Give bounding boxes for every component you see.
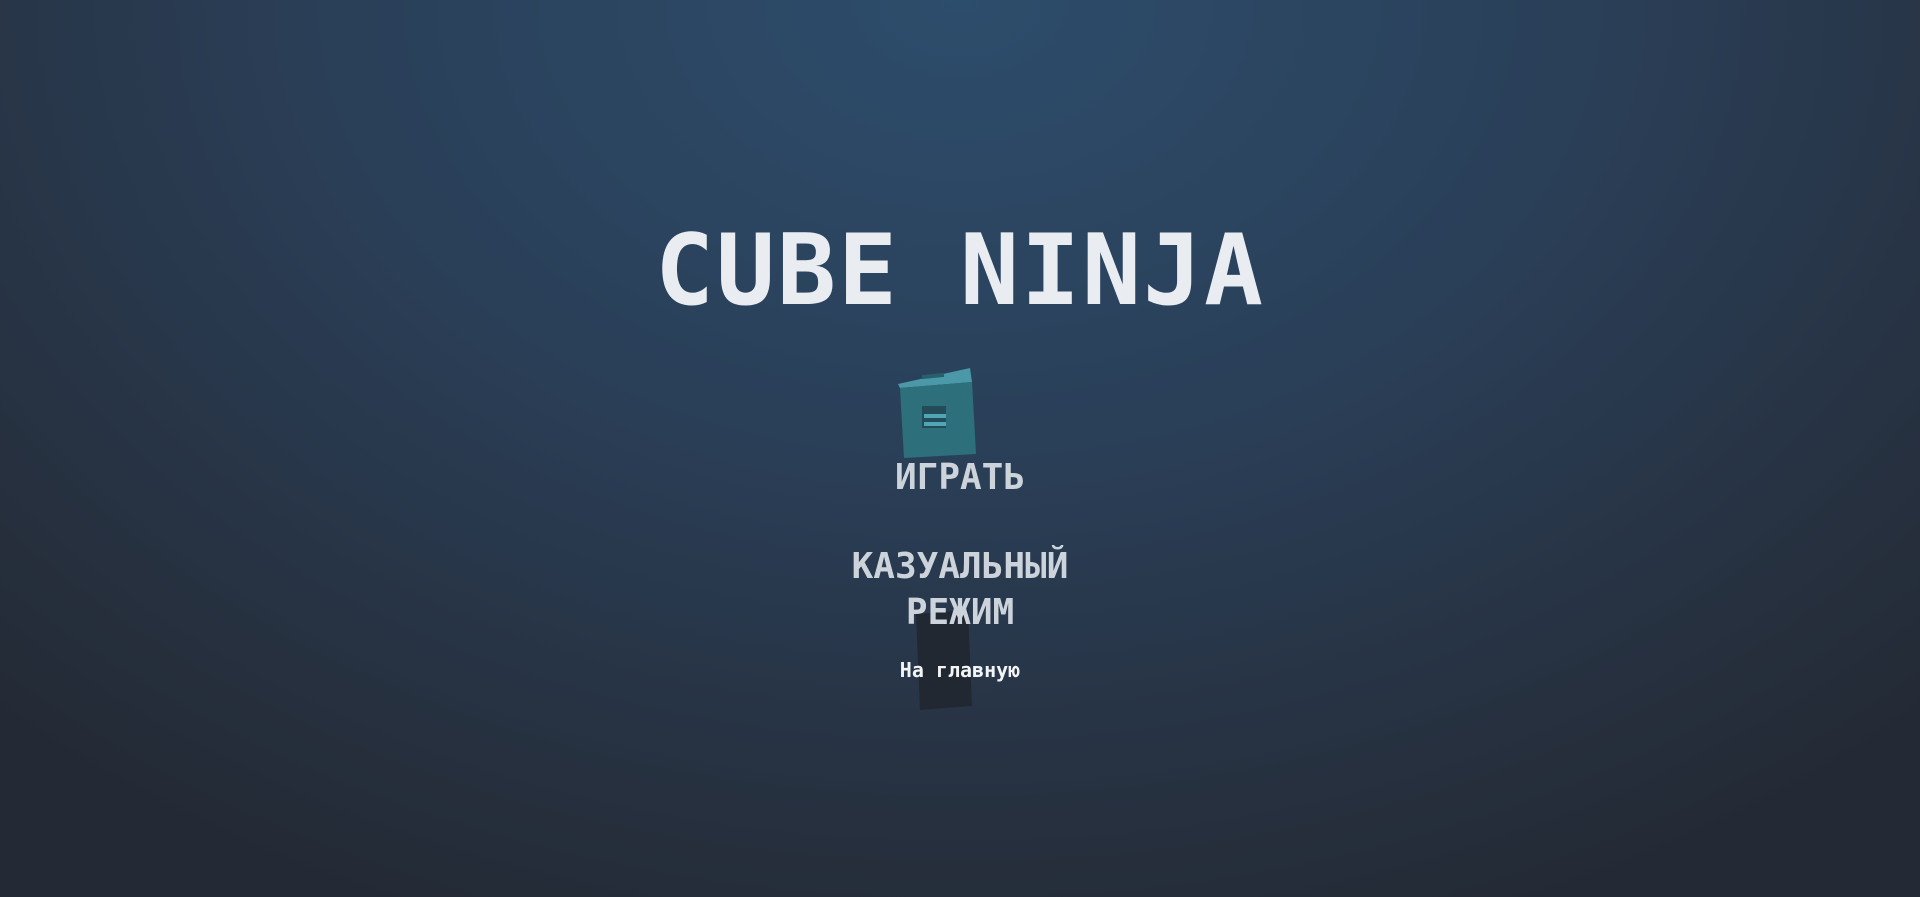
casual-mode-button[interactable]: КАЗУАЛЬНЫЙ РЕЖИМ [0, 544, 1920, 636]
home-button[interactable]: На главную [0, 656, 1920, 684]
play-button[interactable]: ИГРАТЬ [0, 456, 1920, 500]
teal-cube-face-stripe-1 [924, 414, 946, 418]
teal-cube-sprite[interactable] [896, 366, 980, 462]
casual-mode-label-line-1: КАЗУАЛЬНЫЙ [851, 546, 1069, 587]
casual-mode-label-line-2: РЕЖИМ [905, 592, 1015, 633]
teal-cube-face-stripe-2 [924, 422, 946, 426]
game-title: CUBE NINJA [654, 214, 1265, 328]
